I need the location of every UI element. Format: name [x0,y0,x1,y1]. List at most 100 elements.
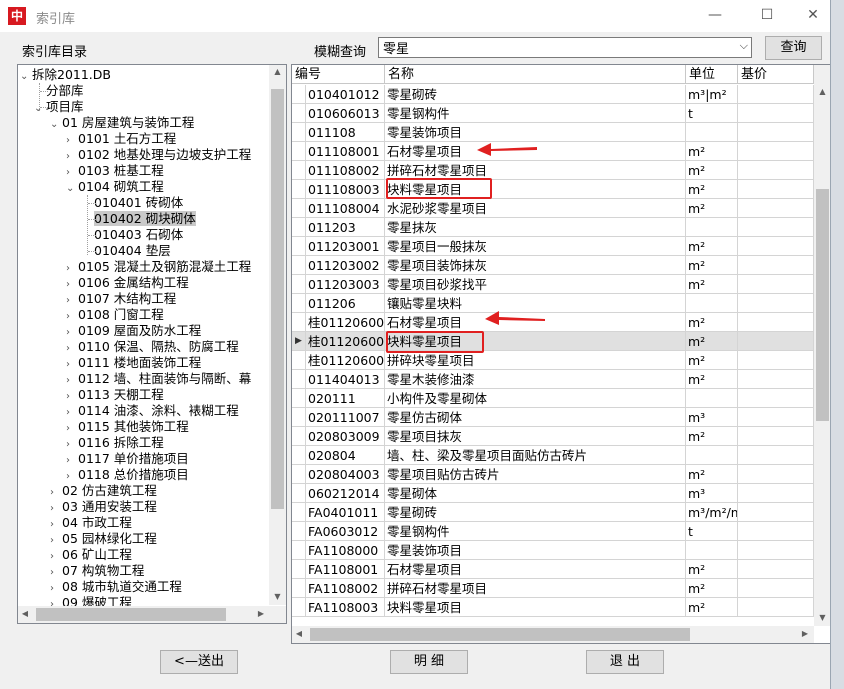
scroll-thumb[interactable] [271,89,284,509]
row-indicator[interactable] [292,294,306,313]
send-out-button[interactable]: <—送出 [160,650,238,674]
row-indicator[interactable] [292,465,306,484]
tree-item[interactable]: › 06 矿山工程 [50,547,132,563]
tree-item[interactable]: › 03 通用安装工程 [50,499,157,515]
tree-item[interactable]: › 0116 拆除工程 [66,435,164,451]
table-row[interactable]: 011108003 块料零星项目 m² [292,180,830,199]
scroll-down-icon[interactable]: ▼ [814,613,830,622]
table-row[interactable]: 020803009 零星项目抹灰 m² [292,427,830,446]
column-header[interactable]: 基价 [738,65,814,84]
expand-down-icon[interactable]: ⌄ [20,69,32,85]
scroll-thumb[interactable] [36,608,226,621]
row-indicator[interactable] [292,180,306,199]
table-row[interactable]: FA0401011 零星砌砖 m³/m²/m [292,503,830,522]
table-row[interactable]: FA1108003 块料零星项目 m² [292,598,830,617]
row-indicator[interactable] [292,104,306,123]
row-indicator[interactable] [292,313,306,332]
current-row-indicator-icon[interactable]: ▶ [292,332,306,351]
fuzzy-search-combobox[interactable]: ⌵ [378,37,752,58]
exit-button[interactable]: 退 出 [586,650,664,674]
table-row[interactable]: 011108001 石材零星项目 m² [292,142,830,161]
tree-item[interactable]: › 0103 桩基工程 [66,163,164,179]
row-indicator[interactable] [292,484,306,503]
row-indicator[interactable] [292,85,306,104]
row-indicator[interactable] [292,123,306,142]
table-row[interactable]: 011108 零星装饰项目 [292,123,830,142]
detail-button[interactable]: 明 细 [390,650,468,674]
row-indicator[interactable] [292,256,306,275]
row-indicator[interactable] [292,522,306,541]
tree-item[interactable]: 010401 砖砌体 [82,195,183,211]
catalog-tree[interactable]: ⌄ 拆除2011.DB 分部库 ⌄ 项目库 ⌄ 01 房屋建筑与装饰工程 › 0101 土石方工… [17,64,287,624]
row-indicator[interactable] [292,560,306,579]
table-row[interactable]: FA1108002 拼碎石材零星项目 m² [292,579,830,598]
row-indicator[interactable] [292,541,306,560]
row-indicator[interactable] [292,218,306,237]
scroll-thumb[interactable] [310,628,690,641]
tree-item[interactable]: › 0108 门窗工程 [66,307,164,323]
table-row[interactable]: 010606013 零星钢构件 t [292,104,830,123]
row-indicator[interactable] [292,446,306,465]
tree-vertical-scrollbar[interactable]: ▲ ▼ [269,65,286,605]
row-indicator[interactable] [292,161,306,180]
expand-down-icon[interactable]: ⌄ [50,117,62,133]
search-input[interactable] [379,38,737,57]
tree-item[interactable]: › 0102 地基处理与边坡支护工程 [66,147,251,163]
table-row[interactable]: 020804003 零星项目贴仿古砖片 m² [292,465,830,484]
tree-item[interactable]: 010403 石砌体 [82,227,183,243]
query-button[interactable]: 查询 [765,36,822,60]
tree-item[interactable]: › 0118 总价措施项目 [66,467,189,483]
table-row[interactable]: 060212014 零星砌体 m³ [292,484,830,503]
column-header[interactable]: 单位 [686,65,738,84]
scroll-right-icon[interactable]: ▶ [800,629,810,638]
column-header[interactable]: 编号 [292,65,385,84]
tree-item[interactable]: › 0106 金属结构工程 [66,275,189,291]
title-bar[interactable]: 中 索引库 — ☐ ✕ [0,0,830,32]
table-row[interactable]: 020111 小构件及零星砌体 [292,389,830,408]
tree-item[interactable]: ⌄ 0104 砌筑工程 [66,179,164,195]
tree-item[interactable]: › 0115 其他装饰工程 [66,419,189,435]
table-row[interactable]: 011108002 拼碎石材零星项目 m² [292,161,830,180]
results-grid[interactable]: 编号名称单位基价I 010401012零星砌砖m³|m²010606013零星钢… [291,64,830,644]
row-indicator[interactable] [292,427,306,446]
table-row[interactable]: 桂011206006 拼碎块零星项目 m² [292,351,830,370]
tree-item[interactable]: › 0109 屋面及防水工程 [66,323,201,339]
table-row[interactable]: FA0603012 零星钢构件 t [292,522,830,541]
tree-item[interactable]: 010402 砌块砌体 [82,211,196,227]
table-row[interactable]: 011203001 零星项目一般抹灰 m² [292,237,830,256]
row-indicator[interactable] [292,579,306,598]
tree-item[interactable]: › 05 园林绿化工程 [50,531,157,547]
scroll-left-icon[interactable]: ◀ [20,609,30,618]
row-indicator[interactable] [292,237,306,256]
grid-horizontal-scrollbar[interactable]: ◀ ▶ [292,626,814,643]
tree-item[interactable]: › 0117 单价措施项目 [66,451,189,467]
row-indicator[interactable] [292,598,306,617]
tree-item[interactable]: › 0114 油漆、涂料、裱糊工程 [66,403,239,419]
tree-item[interactable]: › 0105 混凝土及钢筋混凝土工程 [66,259,251,275]
table-row[interactable]: 020804 墙、柱、梁及零星项目面贴仿古砖片 [292,446,830,465]
tree-item[interactable]: › 0111 楼地面装饰工程 [66,355,201,371]
table-row[interactable]: 011404013 零星木装修油漆 m² [292,370,830,389]
table-row[interactable]: 桂011206004 石材零星项目 m² [292,313,830,332]
tree-item[interactable]: › 0110 保温、隔热、防腐工程 [66,339,239,355]
row-indicator[interactable] [292,389,306,408]
scroll-thumb[interactable] [816,189,829,421]
table-row[interactable]: 020111007 零星仿古砌体 m³ [292,408,830,427]
table-row[interactable]: 010401012 零星砌砖 m³|m² [292,85,830,104]
scroll-up-icon[interactable]: ▲ [269,67,286,76]
row-indicator[interactable] [292,199,306,218]
grid-vertical-scrollbar[interactable]: ▲ ▼ [814,65,830,626]
table-row[interactable]: 011203 零星抹灰 [292,218,830,237]
close-icon[interactable]: ✕ [790,0,830,30]
row-indicator[interactable] [292,503,306,522]
tree-item[interactable]: › 0101 土石方工程 [66,131,176,147]
maximize-icon[interactable]: ☐ [744,0,790,30]
tree-item[interactable]: ⌄ 拆除2011.DB [20,67,111,83]
table-row[interactable]: 011203002 零星项目装饰抹灰 m² [292,256,830,275]
chevron-down-icon[interactable]: ⌵ [740,39,748,53]
tree-item[interactable]: › 0107 木结构工程 [66,291,176,307]
tree-item[interactable]: › 0112 墙、柱面装饰与隔断、幕 [66,371,251,387]
tree-item[interactable]: ⌄ 01 房屋建筑与装饰工程 [50,115,194,131]
table-row[interactable]: ▶ 桂011206005 块料零星项目 m² [292,332,830,351]
tree-item[interactable]: › 07 构筑物工程 [50,563,144,579]
